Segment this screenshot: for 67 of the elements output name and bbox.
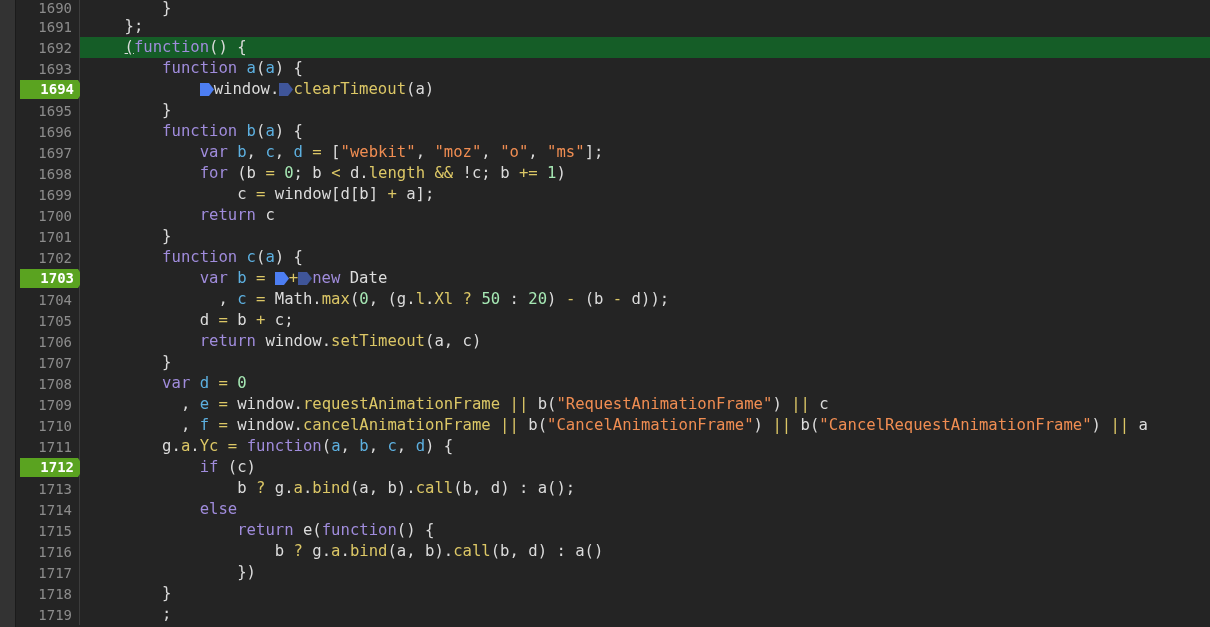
code-line: , f = window.cancelAnimationFrame || b("CancelAnimationFrame") || b("CancelRequestAnimationFrame") || a — [179, 415, 1148, 436]
code-line: function b(a) { — [161, 121, 303, 142]
code-line: return e(function() { — [236, 520, 435, 541]
code-line: b ? g.a.bind(a, b).call(b, d) : a(); — [236, 478, 576, 499]
code-line: d = b + c; — [198, 310, 294, 331]
line-number: 1702 — [38, 249, 73, 266]
code-line: b ? g.a.bind(a, b).call(b, d) : a() — [273, 541, 604, 562]
code-line: if (c) — [198, 457, 256, 478]
code-line: } — [161, 226, 172, 247]
breakpoint-marker[interactable]: 1703 — [20, 269, 80, 288]
breakpoint-marker[interactable]: 1694 — [20, 80, 80, 99]
line-number: 1692 — [38, 39, 73, 56]
line-number: 1695 — [38, 102, 73, 119]
line-number: 1698 — [38, 165, 73, 182]
line-number: 1708 — [38, 375, 73, 392]
code-line: return window.setTimeout(a, c) — [198, 331, 482, 352]
inline-breakpoint-icon[interactable] — [199, 82, 214, 97]
line-number: 1718 — [38, 585, 73, 602]
line-number: 1690 — [38, 0, 73, 16]
code-line: else — [198, 499, 238, 520]
code-text: clearTimeout(a) — [293, 79, 435, 100]
code-line: }) — [236, 562, 256, 583]
code-line: function a(a) { — [161, 58, 303, 79]
code-line: c = window[d[b] + a]; — [236, 184, 435, 205]
code-text: new Date — [312, 268, 388, 289]
line-number: 1711 — [38, 438, 73, 455]
code-text: window. — [213, 79, 280, 100]
code-line: ; — [161, 604, 172, 625]
line-number: 1693 — [38, 60, 73, 77]
line-number: 1701 — [38, 228, 73, 245]
inline-breakpoint-icon[interactable] — [274, 271, 289, 286]
line-number: 1710 — [38, 417, 73, 434]
code-line: function c(a) { — [161, 247, 303, 268]
code-line: return c — [198, 205, 275, 226]
line-number: 1700 — [38, 207, 73, 224]
line-number: 1713 — [38, 480, 73, 497]
code-line: g.a.Yc = function(a, b, c, d) { — [161, 436, 454, 457]
code-line: var b, c, d = ["webkit", "moz", "o", "ms"]; — [198, 142, 604, 163]
code-line: for (b = 0; b < d.length && !c; b += 1) — [198, 163, 566, 184]
code-line: }; — [123, 16, 144, 37]
code-line: var d = 0 — [161, 373, 247, 394]
line-number: 1716 — [38, 543, 73, 560]
line-number: 1717 — [38, 564, 73, 581]
line-number: 1709 — [38, 396, 73, 413]
breakpoint-marker[interactable]: 1712 — [20, 458, 80, 477]
inline-breakpoint-icon[interactable] — [298, 271, 313, 286]
line-number: 1696 — [38, 123, 73, 140]
code-line: } — [161, 352, 172, 373]
code-line: , c = Math.max(0, (g.l.Xl ? 50 : 20) - (b - d)); — [217, 289, 670, 310]
line-number: 1714 — [38, 501, 73, 518]
line-number: 1691 — [38, 18, 73, 35]
line-number: 1705 — [38, 312, 73, 329]
line-number: 1707 — [38, 354, 73, 371]
code-line: , e = window.requestAnimationFrame || b("RequestAnimationFrame") || c — [179, 394, 829, 415]
code-text: var b = — [198, 268, 267, 289]
line-number: 1697 — [38, 144, 73, 161]
code-line: } — [161, 100, 172, 121]
line-number: 1715 — [38, 522, 73, 539]
code-text: + — [288, 268, 299, 289]
line-number: 1719 — [38, 606, 73, 623]
line-number: 1706 — [38, 333, 73, 350]
line-number: 1704 — [38, 291, 73, 308]
code-line: (function() { — [123, 37, 247, 58]
code-line: } — [161, 583, 172, 604]
code-line: } — [161, 0, 172, 16]
line-number: 1699 — [38, 186, 73, 203]
inline-breakpoint-icon[interactable] — [279, 82, 294, 97]
